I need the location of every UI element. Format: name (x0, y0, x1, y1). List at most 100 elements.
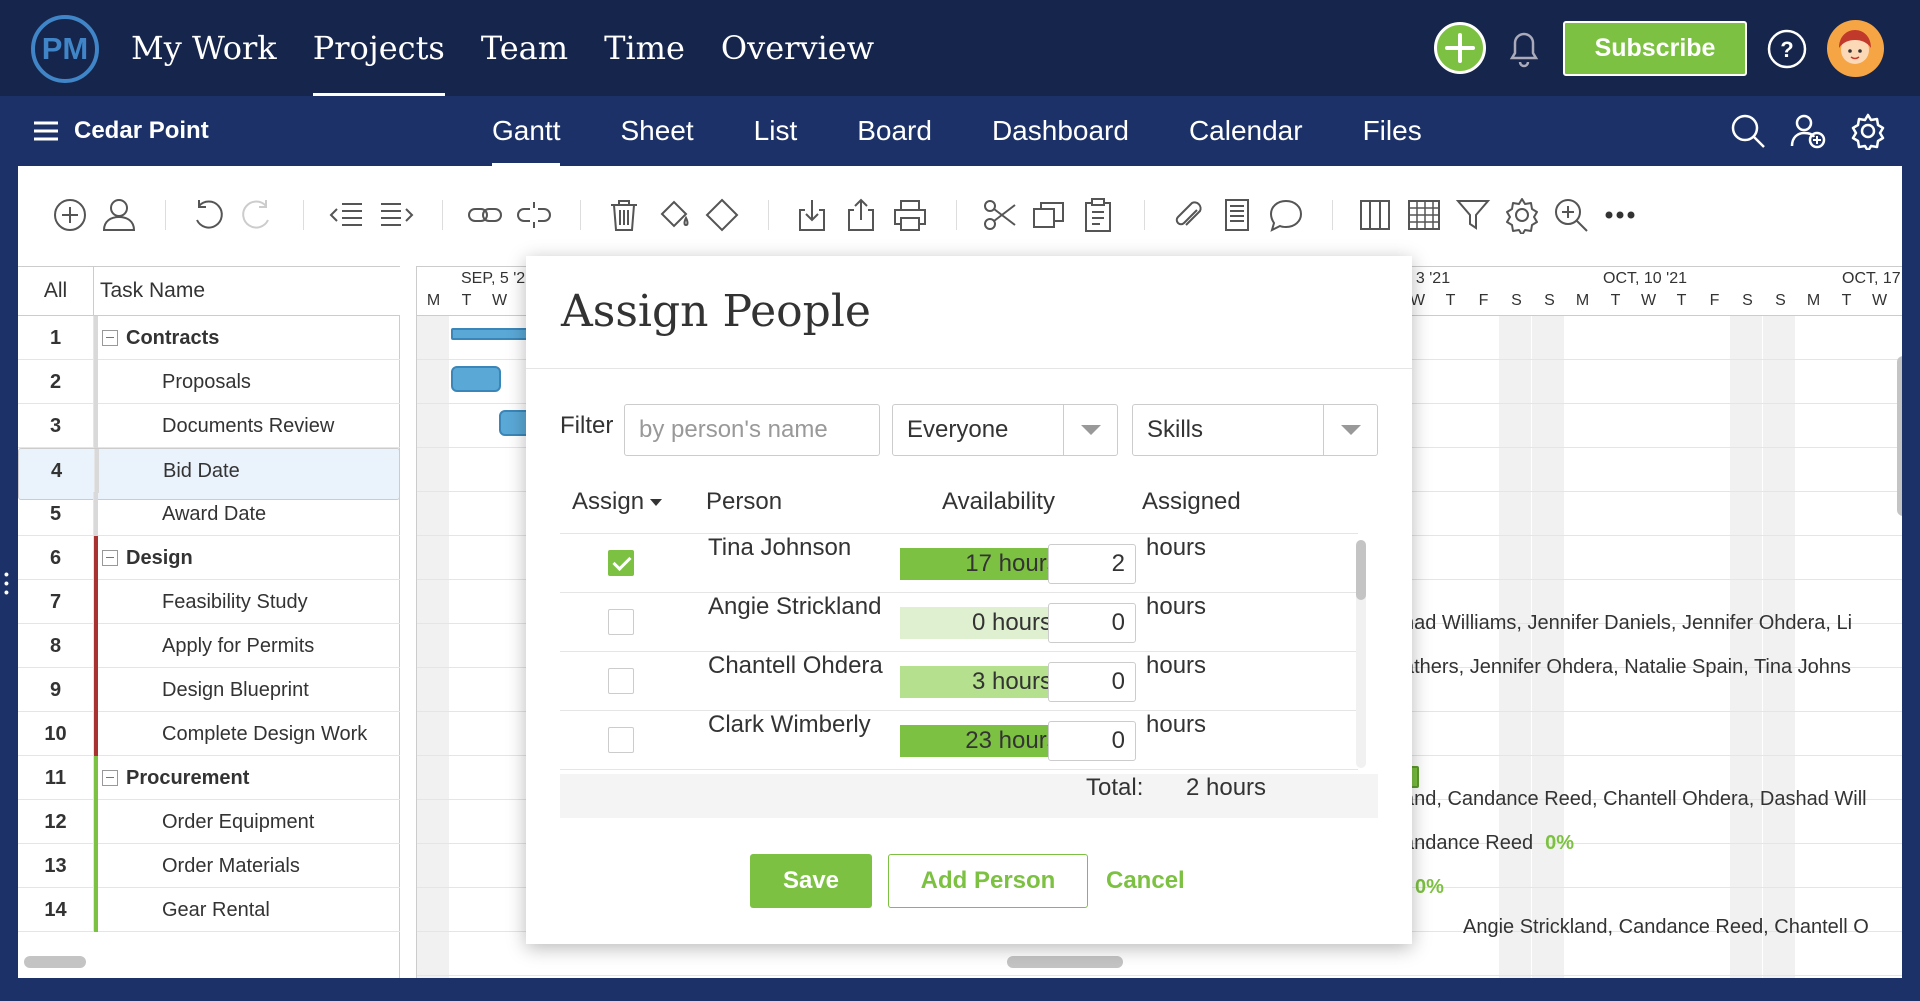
export-icon[interactable] (842, 196, 880, 234)
task-bar-proposals[interactable] (451, 366, 501, 392)
paint-bucket-icon[interactable] (654, 196, 692, 234)
assigned-hours-input[interactable] (1048, 603, 1136, 643)
table-row[interactable]: 14 Gear Rental (18, 888, 400, 932)
project-menu[interactable]: Cedar Point (32, 96, 209, 166)
skills-select[interactable]: Skills (1132, 404, 1378, 456)
task-name[interactable]: Procurement (126, 756, 249, 800)
assign-checkbox[interactable] (608, 727, 634, 753)
table-row[interactable]: 7 Feasibility Study (18, 580, 400, 624)
hamburger-menu-icon[interactable] (32, 120, 60, 142)
assign-checkbox[interactable] (608, 609, 634, 635)
task-name[interactable]: Gear Rental (162, 888, 270, 932)
assigned-hours-input[interactable] (1048, 662, 1136, 702)
task-name[interactable]: Contracts (126, 316, 219, 360)
task-name[interactable]: Feasibility Study (162, 580, 308, 624)
task-name-column[interactable]: Task Name (100, 267, 205, 315)
save-button[interactable]: Save (750, 854, 872, 908)
notes-icon[interactable] (1218, 196, 1256, 234)
zoom-in-icon[interactable] (1552, 196, 1590, 234)
pm-logo[interactable]: PM (31, 15, 99, 83)
assign-checkbox[interactable] (608, 550, 634, 576)
table-row[interactable]: 8 Apply for Permits (18, 624, 400, 668)
help-icon[interactable]: ? (1766, 28, 1808, 70)
task-name[interactable]: Apply for Permits (162, 624, 314, 668)
table-row[interactable]: 9 Design Blueprint (18, 668, 400, 712)
cut-scissors-icon[interactable] (981, 196, 1019, 234)
tab-list[interactable]: List (754, 96, 798, 166)
filter-funnel-icon[interactable] (1454, 196, 1492, 234)
table-row[interactable]: 10 Complete Design Work (18, 712, 400, 756)
assigned-hours-input[interactable] (1048, 721, 1136, 761)
milestone-diamond-icon[interactable] (703, 196, 741, 234)
gantt-horizontal-scrollbar[interactable] (1007, 956, 1123, 968)
more-options-icon[interactable] (1601, 196, 1639, 234)
task-name[interactable]: Order Materials (162, 844, 300, 888)
trash-icon[interactable] (605, 196, 643, 234)
outdent-icon[interactable] (328, 196, 366, 234)
chevron-down-icon[interactable] (1323, 405, 1377, 455)
select-all-column[interactable]: All (18, 267, 94, 315)
assign-checkbox[interactable] (608, 668, 634, 694)
print-icon[interactable] (891, 196, 929, 234)
table-row[interactable]: 6 Design (18, 536, 400, 580)
people-list-scrollbar[interactable] (1356, 540, 1366, 600)
tab-gantt[interactable]: Gantt (492, 96, 561, 166)
task-name[interactable]: Order Equipment (162, 800, 314, 844)
table-row[interactable]: 11 Procurement (18, 756, 400, 800)
table-row[interactable]: 2 Proposals (18, 360, 400, 404)
table-grid-icon[interactable] (1405, 196, 1443, 234)
task-name[interactable]: Proposals (162, 360, 251, 404)
task-name[interactable]: Design Blueprint (162, 668, 309, 712)
notifications-bell-icon[interactable] (1504, 26, 1544, 70)
import-icon[interactable] (793, 196, 831, 234)
settings-gear-icon[interactable] (1503, 196, 1541, 236)
assign-column-header[interactable]: Assign (572, 488, 663, 516)
nav-team[interactable]: Team (481, 0, 568, 96)
add-new-button[interactable] (1434, 22, 1486, 74)
add-user-icon[interactable] (1789, 112, 1827, 150)
user-avatar[interactable] (1827, 20, 1884, 77)
copy-icon[interactable] (1030, 196, 1068, 234)
table-row[interactable]: 5 Award Date (18, 492, 400, 536)
grid-horizontal-scrollbar[interactable] (24, 956, 86, 968)
unlink-icon[interactable] (515, 196, 553, 234)
search-icon[interactable] (1729, 112, 1767, 150)
attachment-paperclip-icon[interactable] (1169, 196, 1207, 234)
add-task-icon[interactable] (51, 196, 89, 234)
table-row[interactable]: 13 Order Materials (18, 844, 400, 888)
task-name[interactable]: Award Date (162, 492, 266, 536)
gantt-vertical-scrollbar[interactable] (1897, 356, 1902, 516)
table-row[interactable]: 3 Documents Review (18, 404, 400, 448)
link-icon[interactable] (466, 196, 504, 234)
contracts-summary-bar[interactable] (451, 328, 531, 340)
tab-dashboard[interactable]: Dashboard (992, 96, 1129, 166)
person-name-filter-input[interactable] (624, 404, 880, 456)
collapse-toggle-icon[interactable] (102, 770, 118, 786)
assign-user-icon[interactable] (100, 196, 138, 234)
nav-my-work[interactable]: My Work (131, 0, 277, 96)
undo-icon[interactable] (189, 196, 227, 234)
nav-overview[interactable]: Overview (721, 0, 874, 96)
task-name[interactable]: Complete Design Work (162, 712, 367, 756)
assigned-hours-input[interactable] (1048, 544, 1136, 584)
task-name[interactable]: Documents Review (162, 404, 334, 448)
table-row[interactable]: 12 Order Equipment (18, 800, 400, 844)
task-name[interactable]: Bid Date (163, 449, 240, 493)
group-select[interactable]: Everyone (892, 404, 1118, 456)
tab-files[interactable]: Files (1363, 96, 1422, 166)
comment-bubble-icon[interactable] (1267, 196, 1305, 234)
redo-icon[interactable] (238, 196, 276, 234)
drag-handle-icon[interactable]: • • • (4, 567, 9, 599)
task-name[interactable]: Design (126, 536, 193, 580)
paste-clipboard-icon[interactable] (1079, 196, 1117, 234)
nav-projects[interactable]: Projects (312, 0, 445, 96)
subscribe-button[interactable]: Subscribe (1563, 21, 1747, 76)
tab-calendar[interactable]: Calendar (1189, 96, 1303, 166)
table-row[interactable]: 1 Contracts (18, 316, 400, 360)
chevron-down-icon[interactable] (1063, 405, 1117, 455)
settings-gear-icon[interactable] (1849, 112, 1887, 153)
collapse-toggle-icon[interactable] (102, 550, 118, 566)
tab-board[interactable]: Board (857, 96, 932, 166)
columns-icon[interactable] (1356, 196, 1394, 234)
tab-sheet[interactable]: Sheet (620, 96, 693, 166)
